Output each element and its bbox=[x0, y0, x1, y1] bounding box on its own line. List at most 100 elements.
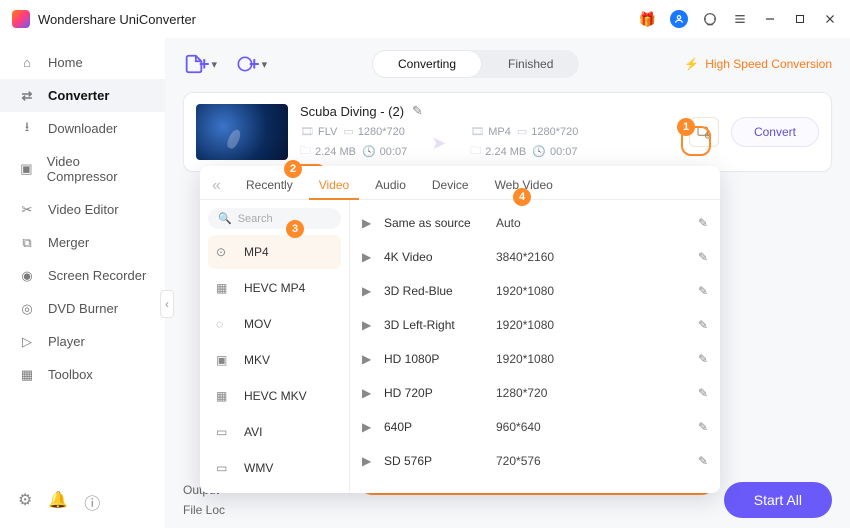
preset-row[interactable]: ▶HD 720P1280*720✎ bbox=[358, 376, 712, 410]
minimize-icon[interactable] bbox=[762, 11, 778, 27]
video-icon: ▶ bbox=[362, 420, 384, 434]
video-icon: ▶ bbox=[362, 284, 384, 298]
format-search[interactable]: 🔍Search bbox=[208, 208, 341, 229]
sidebar-item-downloader[interactable]: ⭳Downloader bbox=[0, 112, 165, 145]
grid-icon: ▦ bbox=[18, 368, 36, 382]
compress-icon: ▣ bbox=[18, 162, 35, 176]
sidebar-collapse[interactable]: ‹ bbox=[160, 290, 174, 318]
rename-icon[interactable]: ✎ bbox=[412, 103, 423, 119]
video-icon: ▶ bbox=[362, 352, 384, 366]
fmt-mp4[interactable]: ⊙MP4 bbox=[208, 235, 341, 269]
maximize-icon[interactable] bbox=[792, 11, 808, 27]
disc-icon: ◎ bbox=[18, 302, 36, 316]
app-logo bbox=[12, 10, 30, 28]
scissors-icon: ✂ bbox=[18, 203, 36, 217]
sidebar-item-player[interactable]: ▷Player bbox=[0, 325, 165, 358]
edit-icon[interactable]: ✎ bbox=[698, 250, 708, 264]
high-speed-toggle[interactable]: ⚡High Speed Conversion bbox=[684, 57, 832, 71]
support-icon[interactable] bbox=[702, 11, 718, 27]
video-icon: ▶ bbox=[362, 250, 384, 264]
video-icon: ▶ bbox=[362, 454, 384, 468]
start-all-button[interactable]: Start All bbox=[724, 482, 832, 518]
bell-icon[interactable]: 🔔 bbox=[48, 490, 68, 514]
fmt-hevcmp4[interactable]: ▦HEVC MP4 bbox=[208, 271, 341, 305]
fmt-wmv[interactable]: ▭WMV bbox=[208, 451, 341, 485]
record-icon: ◉ bbox=[18, 269, 36, 283]
edit-icon[interactable]: ✎ bbox=[698, 454, 708, 468]
format-popover: « Recently Video Audio Device Web Video … bbox=[200, 166, 720, 493]
callout-4: 4 bbox=[513, 188, 531, 206]
merge-icon: ⧉ bbox=[18, 236, 36, 250]
edit-icon[interactable]: ✎ bbox=[698, 216, 708, 230]
video-icon: ▶ bbox=[362, 216, 384, 230]
folder-icon: 🗀 bbox=[470, 142, 481, 161]
play-icon: ▷ bbox=[18, 335, 36, 349]
sidebar-item-compressor[interactable]: ▣Video Compressor bbox=[0, 145, 165, 193]
sidebar-item-recorder[interactable]: ◉Screen Recorder bbox=[0, 259, 165, 292]
preset-row[interactable]: ▶3D Left-Right1920*1080✎ bbox=[358, 308, 712, 342]
settings-icon[interactable]: ⚙ bbox=[18, 490, 32, 514]
edit-icon[interactable]: ✎ bbox=[698, 284, 708, 298]
menu-icon[interactable] bbox=[732, 11, 748, 27]
sidebar: ⌂Home ⇄Converter ⭳Downloader ▣Video Comp… bbox=[0, 38, 165, 528]
folder-icon: 🗀 bbox=[300, 142, 311, 161]
resolution-icon: ▭ bbox=[343, 125, 353, 138]
mkv-icon: ▣ bbox=[216, 353, 234, 367]
account-icon[interactable] bbox=[670, 10, 688, 28]
ptab-audio[interactable]: Audio bbox=[365, 172, 416, 199]
tab-converting[interactable]: Converting bbox=[372, 50, 482, 78]
app-title: Wondershare UniConverter bbox=[38, 12, 196, 27]
preset-row[interactable]: ▶640P960*640✎ bbox=[358, 410, 712, 444]
hevc-icon: ▦ bbox=[216, 281, 234, 295]
mov-icon: ◌ bbox=[216, 317, 234, 331]
info-icon[interactable]: ⓘ bbox=[84, 490, 100, 514]
preset-row[interactable]: ▶4K Video3840*2160✎ bbox=[358, 240, 712, 274]
film-icon: 🎞 bbox=[470, 125, 484, 138]
fileloc-label: File Loc bbox=[183, 503, 225, 517]
back-icon[interactable]: « bbox=[212, 172, 230, 199]
hevcmkv-icon: ▦ bbox=[216, 389, 234, 403]
preset-row[interactable]: ▶3D Red-Blue1920*1080✎ bbox=[358, 274, 712, 308]
preset-list: ▶Same as sourceAuto✎ ▶4K Video3840*2160✎… bbox=[350, 200, 720, 493]
sidebar-item-editor[interactable]: ✂Video Editor bbox=[0, 193, 165, 226]
add-url-button[interactable]: +▾ bbox=[235, 54, 267, 75]
edit-icon[interactable]: ✎ bbox=[698, 420, 708, 434]
convert-button[interactable]: Convert bbox=[731, 117, 819, 147]
sidebar-item-home[interactable]: ⌂Home bbox=[0, 46, 165, 79]
clock-icon: 🕓 bbox=[532, 145, 546, 158]
avi-icon: ▭ bbox=[216, 425, 234, 439]
video-thumbnail[interactable] bbox=[196, 104, 288, 160]
preset-row[interactable]: ▶SD 576P720*576✎ bbox=[358, 444, 712, 478]
clock-icon: 🕓 bbox=[362, 145, 376, 158]
film-icon: 🎞 bbox=[300, 125, 314, 138]
fmt-mov[interactable]: ◌MOV bbox=[208, 307, 341, 341]
edit-icon[interactable]: ✎ bbox=[698, 318, 708, 332]
sidebar-item-converter[interactable]: ⇄Converter bbox=[0, 79, 165, 112]
bolt-icon: ⚡ bbox=[684, 57, 699, 71]
file-card: Scuba Diving - (2) ✎ 🎞FLV ▭1280*720 🗀2.2… bbox=[183, 92, 832, 172]
fmt-hevcmkv[interactable]: ▦HEVC MKV bbox=[208, 379, 341, 413]
ptab-device[interactable]: Device bbox=[422, 172, 479, 199]
download-icon: ⭳ bbox=[18, 122, 36, 136]
edit-icon[interactable]: ✎ bbox=[698, 386, 708, 400]
status-segmented: Converting Finished bbox=[372, 50, 579, 78]
preset-row[interactable]: ▶Same as sourceAuto✎ bbox=[358, 206, 712, 240]
preset-row[interactable]: ▶HD 1080P1920*1080✎ bbox=[358, 342, 712, 376]
add-file-button[interactable]: +▾ bbox=[183, 53, 217, 75]
ptab-video[interactable]: Video bbox=[309, 172, 359, 200]
resolution-icon: ▭ bbox=[517, 125, 527, 138]
edit-icon[interactable]: ✎ bbox=[698, 352, 708, 366]
search-icon: 🔍 bbox=[218, 212, 232, 225]
callout-3: 3 bbox=[286, 220, 304, 238]
sidebar-item-toolbox[interactable]: ▦Toolbox bbox=[0, 358, 165, 391]
gift-icon[interactable]: 🎁 bbox=[639, 11, 656, 28]
wmv-icon: ▭ bbox=[216, 461, 234, 475]
converter-icon: ⇄ bbox=[18, 89, 36, 103]
fmt-mkv[interactable]: ▣MKV bbox=[208, 343, 341, 377]
fmt-avi[interactable]: ▭AVI bbox=[208, 415, 341, 449]
tab-finished[interactable]: Finished bbox=[482, 50, 579, 78]
sidebar-item-merger[interactable]: ⧉Merger bbox=[0, 226, 165, 259]
close-icon[interactable] bbox=[822, 11, 838, 27]
file-name: Scuba Diving - (2) bbox=[300, 104, 404, 119]
sidebar-item-dvd[interactable]: ◎DVD Burner bbox=[0, 292, 165, 325]
